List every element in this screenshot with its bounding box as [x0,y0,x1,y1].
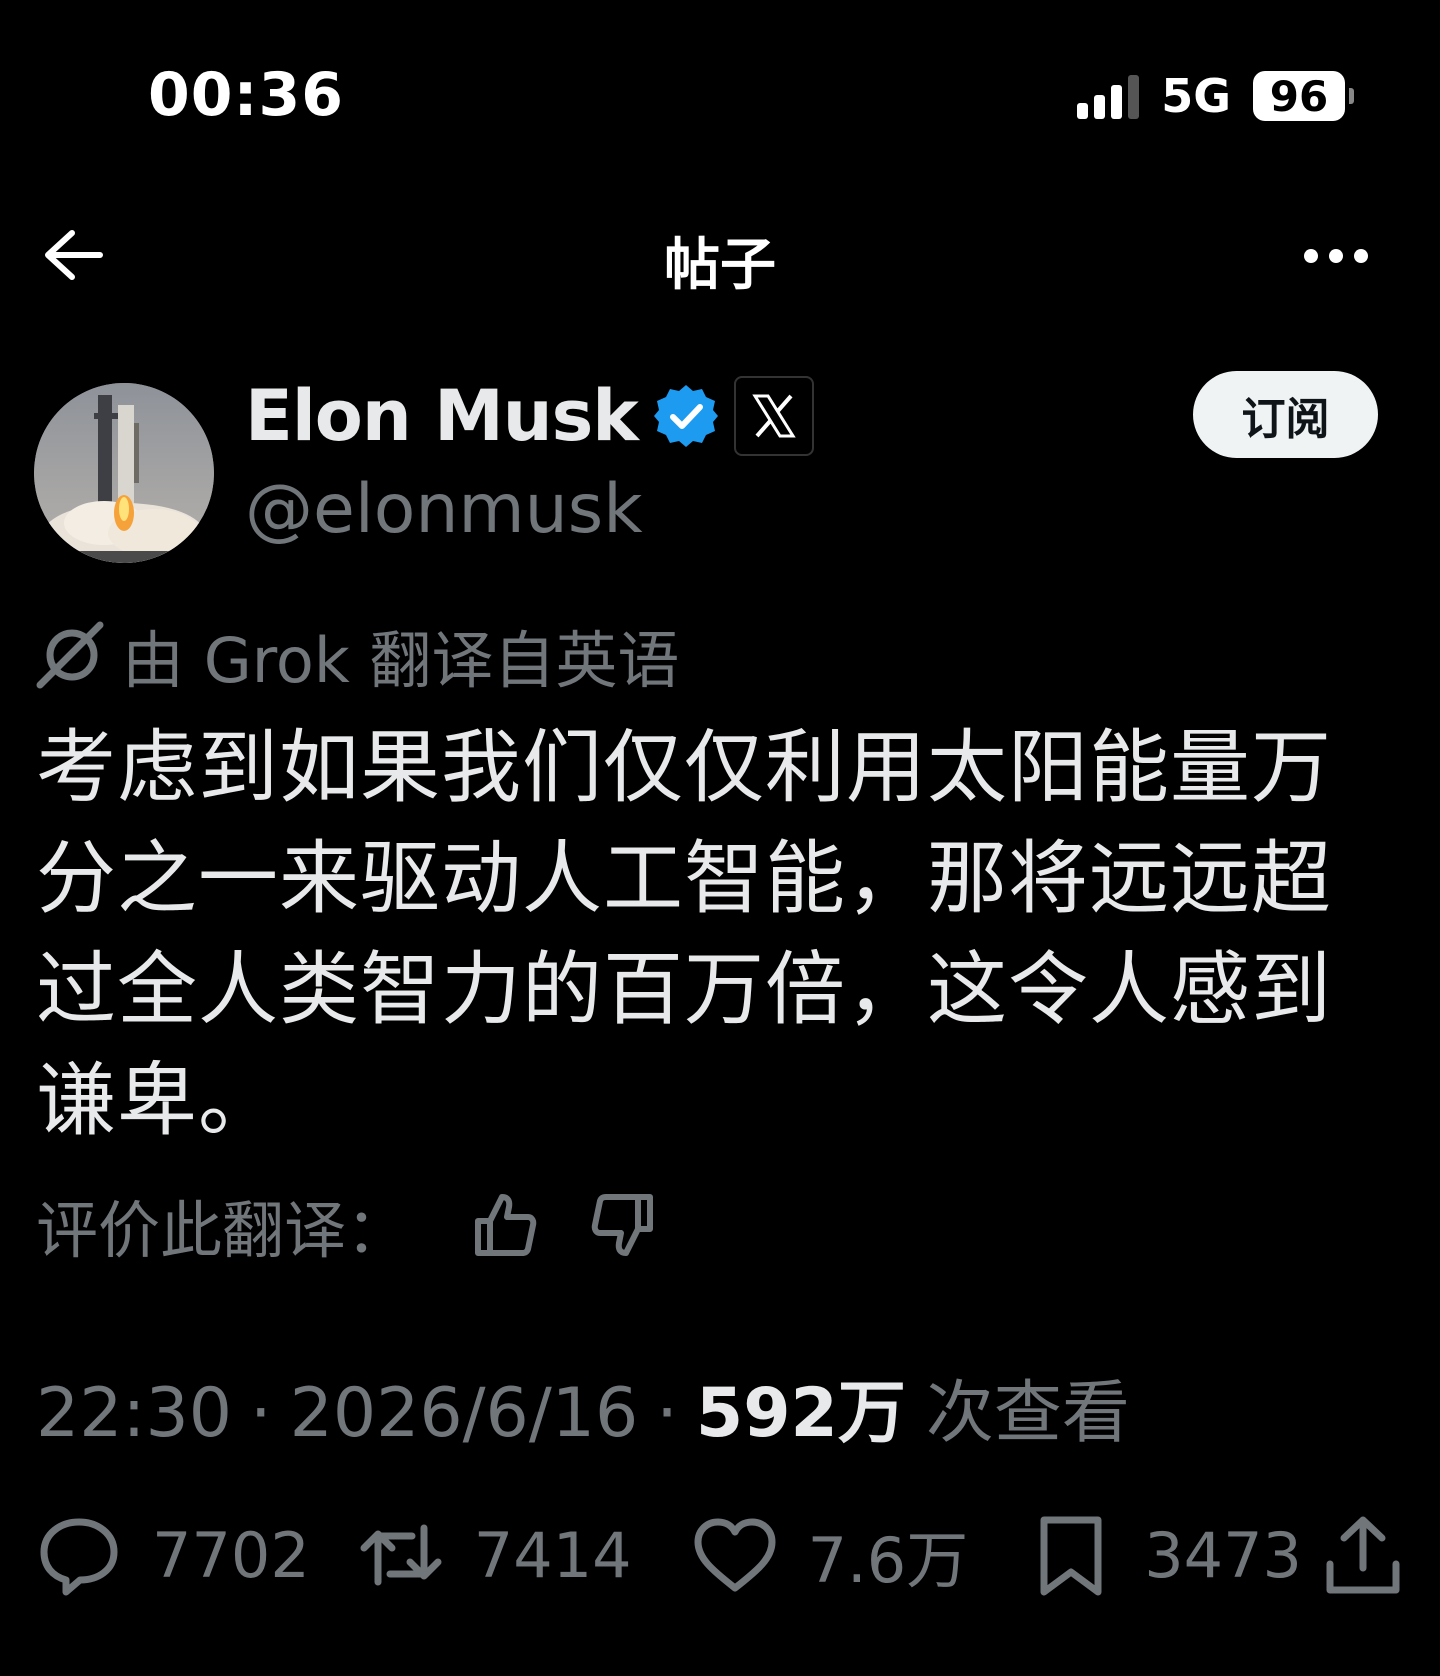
bookmark-count: 3473 [1144,1518,1302,1592]
grok-icon [36,621,104,689]
post-meta: 22:30 · 2026/6/16 · 592万 次查看 [36,1357,1130,1453]
repost-icon [360,1524,442,1586]
post-date: 2026/6/16 [289,1374,639,1453]
author-name-row[interactable]: Elon Musk [245,375,814,457]
bookmark-icon [1040,1516,1102,1596]
like-count: 7.6万 [807,1524,969,1597]
display-name[interactable]: Elon Musk [245,375,639,457]
bookmark-button[interactable]: 3473 [1028,1512,1302,1598]
translation-note-text: 由 Grok 翻译自英语 [122,624,680,697]
share-icon [1326,1516,1400,1594]
status-indicators: 5G 96 [1077,66,1354,126]
subscribe-button[interactable]: 订阅 [1193,371,1378,458]
more-options-icon[interactable] [1304,226,1368,286]
heart-icon [694,1518,776,1592]
network-type: 5G [1161,69,1231,123]
status-time: 00:36 [148,60,344,130]
battery-level: 96 [1269,71,1329,121]
thumbs-down-icon[interactable] [584,1185,664,1265]
views-count[interactable]: 592万 [696,1357,906,1456]
page-title: 帖子 [664,233,776,298]
translation-note: 由 Grok 翻译自英语 [34,615,679,697]
reply-count: 7702 [152,1518,310,1592]
x-affiliation-badge[interactable] [733,376,814,456]
battery-icon: 96 [1253,71,1354,121]
reply-button[interactable]: 7702 [36,1512,310,1598]
avatar[interactable] [34,383,214,563]
rate-translation: 评价此翻译： [36,1185,664,1267]
views-label: 次查看 [925,1374,1130,1453]
post-time: 22:30 [36,1374,232,1453]
rate-translation-label: 评价此翻译： [36,1194,409,1267]
share-button[interactable] [1320,1512,1406,1598]
user-handle[interactable]: @elonmusk [245,470,643,549]
like-button[interactable]: 7.6万 [692,1510,969,1600]
action-bar: 7702 7414 7.6万 3473 [36,1510,1406,1600]
verified-badge-icon [653,385,718,447]
x-logo-icon [752,394,796,438]
post-text: 考虑到如果我们仅仅利用太阳能量万分之一来驱动人工智能，那将远远超过全人类智力的百… [36,721,1332,1147]
repost-count: 7414 [473,1518,632,1592]
signal-icon [1077,73,1140,119]
thumbs-up-icon[interactable] [464,1185,544,1265]
reply-icon [40,1518,118,1596]
repost-button[interactable]: 7414 [358,1512,632,1598]
